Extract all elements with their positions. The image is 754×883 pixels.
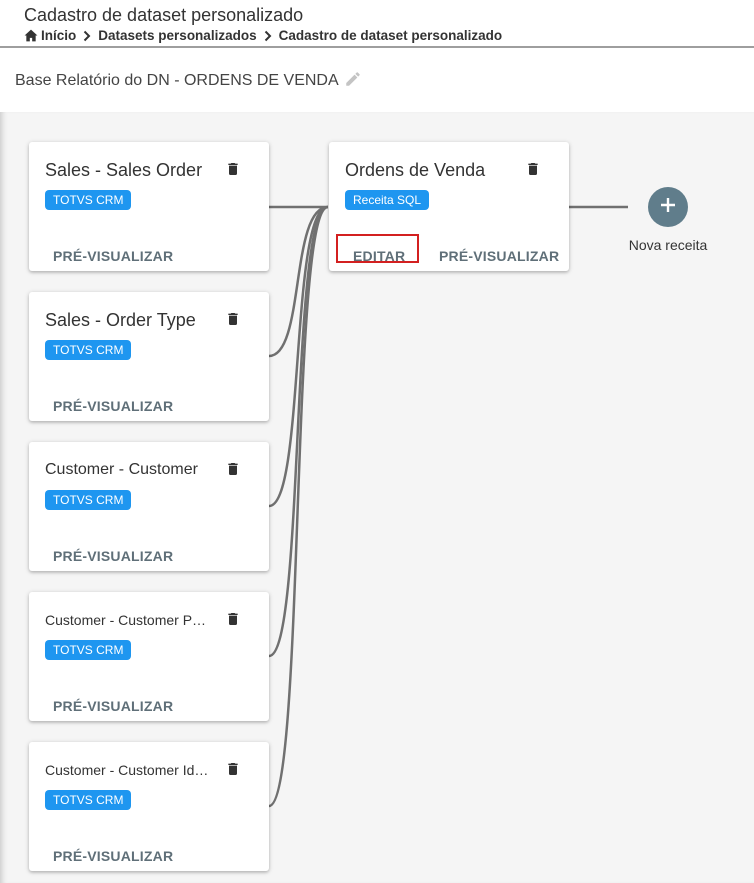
- source-badge: TOTVS CRM: [45, 340, 132, 360]
- preview-button[interactable]: PRÉ-VISUALIZAR: [45, 692, 181, 720]
- chevron-right-icon: [263, 30, 273, 42]
- edit-button-highlight: [336, 234, 419, 263]
- plus-icon: [659, 196, 677, 219]
- pencil-icon[interactable]: [344, 70, 362, 93]
- home-icon[interactable]: [24, 29, 38, 42]
- recipe-card: Ordens de Venda Receita SQL EDITAR PRÉ-V…: [329, 142, 569, 271]
- source-card: Customer - Customer Ide… TOTVS CRM PRÉ-V…: [29, 742, 269, 871]
- card-title: Customer - Customer Per…: [45, 612, 211, 628]
- trash-icon[interactable]: [225, 460, 241, 483]
- page-title: Cadastro de dataset personalizado: [24, 5, 304, 25]
- preview-button[interactable]: PRÉ-VISUALIZAR: [45, 842, 181, 870]
- trash-icon[interactable]: [225, 760, 241, 783]
- source-card: Customer - Customer Per… TOTVS CRM PRÉ-V…: [29, 592, 269, 721]
- add-recipe-button[interactable]: [648, 187, 688, 227]
- source-badge: TOTVS CRM: [45, 790, 132, 810]
- recipe-title: Ordens de Venda: [345, 160, 486, 180]
- breadcrumb-datasets[interactable]: Datasets personalizados: [98, 28, 256, 43]
- source-badge: TOTVS CRM: [45, 190, 132, 210]
- breadcrumb-current: Cadastro de dataset personalizado: [278, 28, 503, 43]
- chevron-right-icon: [82, 30, 92, 42]
- recipe-badge: Receita SQL: [345, 190, 430, 210]
- source-badge: TOTVS CRM: [45, 640, 132, 660]
- source-card: Sales - Order Type TOTVS CRM PRÉ-VISUALI…: [29, 292, 269, 421]
- card-title: Sales - Order Type: [45, 310, 196, 330]
- page-header: Cadastro de dataset personalizado Início…: [0, 0, 754, 48]
- dataset-name: Base Relatório do DN - ORDENS DE VENDA: [15, 72, 339, 89]
- preview-button[interactable]: PRÉ-VISUALIZAR: [431, 242, 567, 270]
- breadcrumb: Início Datasets personalizados Cadastro …: [24, 28, 502, 43]
- trash-icon[interactable]: [225, 310, 241, 333]
- trash-icon[interactable]: [225, 610, 241, 633]
- preview-button[interactable]: PRÉ-VISUALIZAR: [45, 542, 181, 570]
- new-recipe-label: Nova receita: [628, 237, 708, 253]
- source-card: Sales - Sales Order TOTVS CRM PRÉ-VISUAL…: [29, 142, 269, 271]
- card-title: Customer - Customer: [45, 461, 198, 478]
- preview-button[interactable]: PRÉ-VISUALIZAR: [45, 392, 181, 420]
- source-badge: TOTVS CRM: [45, 490, 132, 510]
- breadcrumb-home[interactable]: Início: [41, 28, 76, 43]
- trash-icon[interactable]: [225, 160, 241, 183]
- trash-icon[interactable]: [525, 160, 541, 183]
- dataset-header: Base Relatório do DN - ORDENS DE VENDA: [0, 50, 754, 112]
- preview-button[interactable]: PRÉ-VISUALIZAR: [45, 242, 181, 270]
- card-title: Sales - Sales Order: [45, 160, 203, 180]
- source-card: Customer - Customer TOTVS CRM PRÉ-VISUAL…: [29, 442, 269, 571]
- card-title: Customer - Customer Ide…: [45, 762, 211, 778]
